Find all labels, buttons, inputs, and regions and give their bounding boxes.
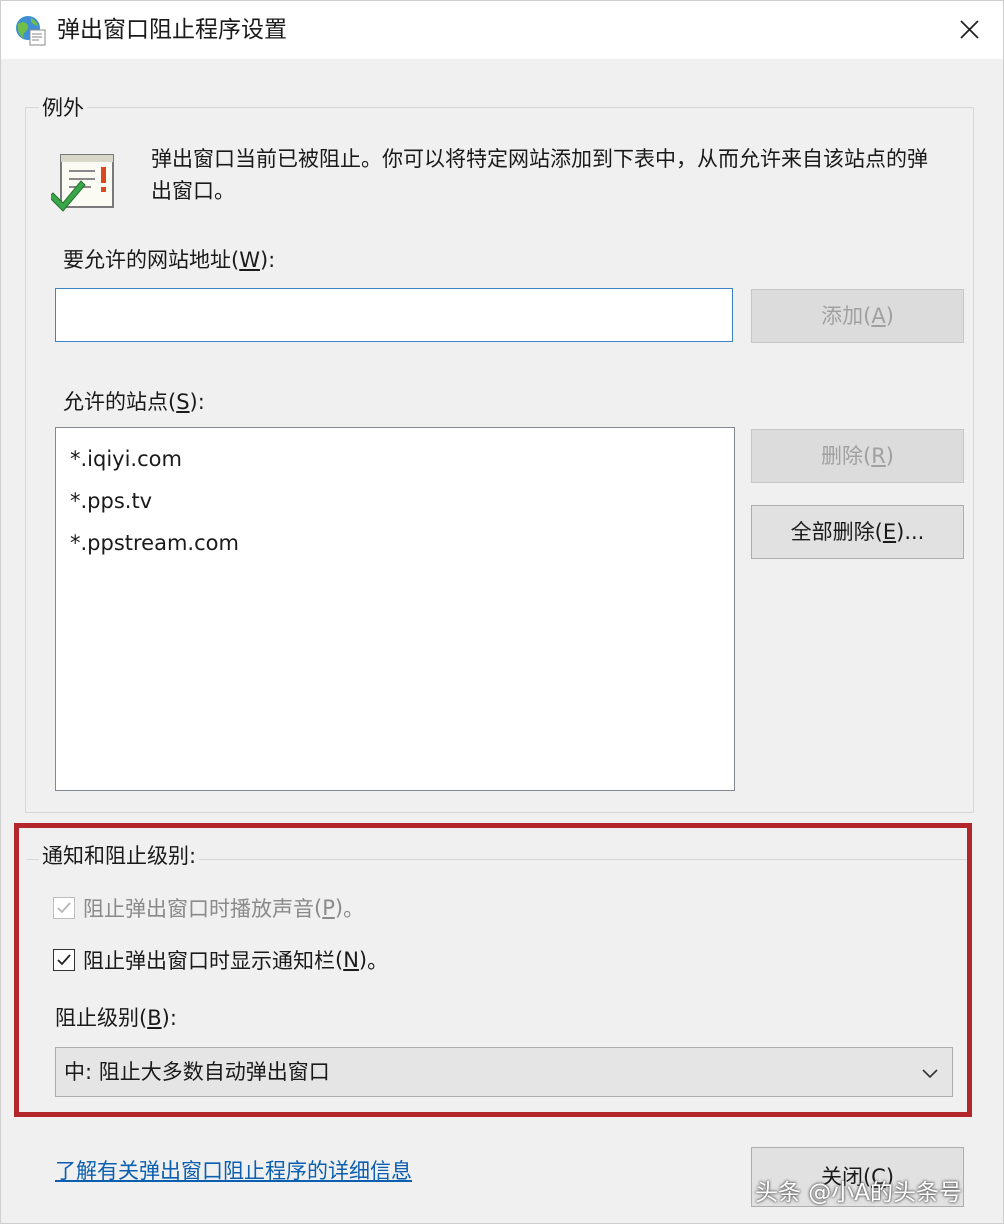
notepad-check-icon [51,154,114,212]
exceptions-legend: 例外 [39,95,87,121]
remove-all-button-label: 全部删除 [790,520,875,544]
watermark: 头条 @小A的头条号 [755,1180,963,1206]
add-button-label: 添加 [821,304,864,328]
add-button[interactable]: 添加(A) [751,289,964,343]
list-item[interactable]: *.iqiyi.com [70,438,720,480]
address-accel: W [239,248,260,272]
address-label: 要允许的网站地址(W): [63,248,276,272]
window-title: 弹出窗口阻止程序设置 [57,17,287,43]
address-label-text: 要允许的网站地址 [63,248,231,272]
title-bar: 弹出窗口阻止程序设置 [1,1,1003,59]
remove-button-accel: R [871,444,886,468]
address-input[interactable] [55,288,733,342]
popup-blocker-settings-dialog: 弹出窗口阻止程序设置 例外 弹出窗口当前已被阻止。你可以将特定网站添加到下表中，… [0,0,1004,1224]
list-item[interactable]: *.pps.tv [70,480,720,522]
help-link[interactable]: 了解有关弹出窗口阻止程序的详细信息 [55,1155,412,1185]
list-item[interactable]: *.ppstream.com [70,522,720,564]
add-button-accel: A [871,304,886,328]
close-icon[interactable] [949,11,989,49]
allowed-sites-label-text: 允许的站点 [63,390,168,414]
remove-button[interactable]: 删除(R) [751,429,964,483]
exceptions-info-text: 弹出窗口当前已被阻止。你可以将特定网站添加到下表中，从而允许来自该站点的弹出窗口… [151,147,928,203]
remove-all-button[interactable]: 全部删除(E)... [751,505,964,559]
allowed-sites-accel: S [176,390,190,414]
allowed-sites-label: 允许的站点(S): [63,390,205,414]
ie-globe-icon [16,16,46,46]
remove-all-button-accel: E [882,520,897,544]
highlight-annotation [14,823,972,1117]
remove-button-label: 删除 [821,444,863,468]
remove-all-button-suffix: ... [904,520,925,544]
allowed-sites-list[interactable]: *.iqiyi.com *.pps.tv *.ppstream.com [55,427,735,791]
